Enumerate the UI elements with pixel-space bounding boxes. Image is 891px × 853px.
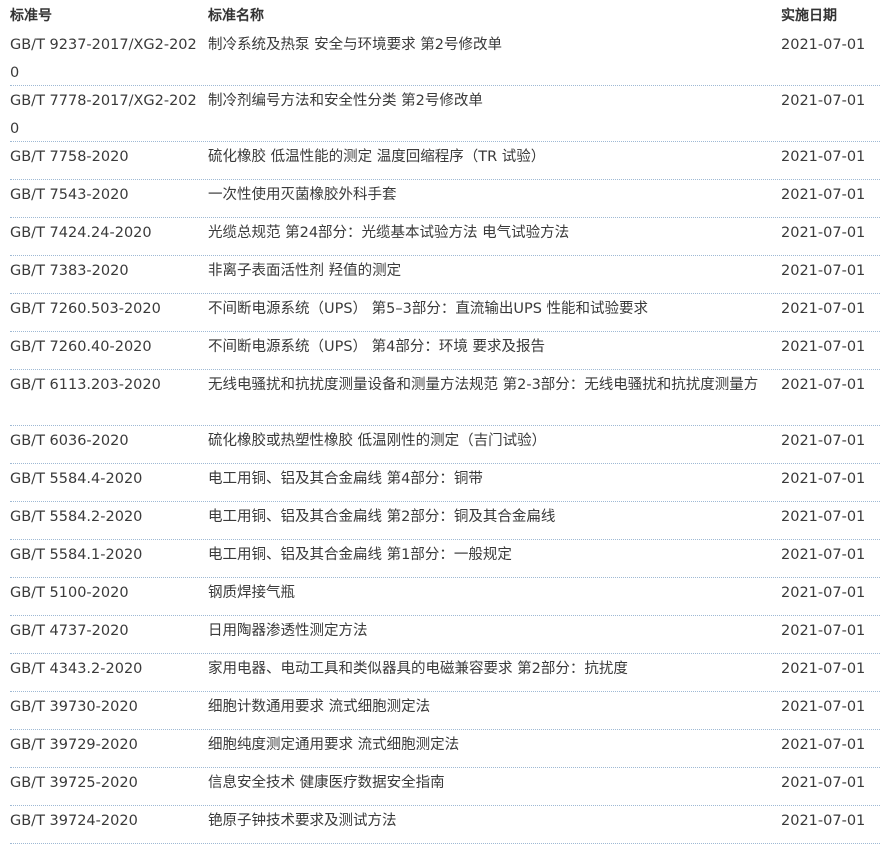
- standard-name[interactable]: 信息安全技术 健康医疗数据安全指南: [208, 769, 781, 805]
- standard-name[interactable]: 无线电骚扰和抗扰度测量设备和测量方法规范 第2-3部分：无线电骚扰和抗扰度测量方: [208, 371, 781, 425]
- table-row[interactable]: GB/T 7424.24-2020 光缆总规范 第24部分：光缆基本试验方法 电…: [10, 218, 880, 256]
- implementation-date: 2021-07-01: [781, 471, 866, 487]
- standard-name[interactable]: 电工用铜、铝及其合金扁线 第4部分：铜带: [208, 465, 781, 501]
- implementation-date: 2021-07-01: [781, 623, 866, 639]
- table-row[interactable]: GB/T 5584.4-2020 电工用铜、铝及其合金扁线 第4部分：铜带 20…: [10, 464, 880, 502]
- table-row[interactable]: GB/T 4737-2020 日用陶器渗透性测定方法 2021-07-01: [10, 616, 880, 654]
- standard-name[interactable]: 光缆总规范 第24部分：光缆基本试验方法 电气试验方法: [208, 219, 781, 255]
- header-date: 实施日期: [781, 8, 837, 24]
- table-row[interactable]: GB/T 7383-2020 非离子表面活性剂 羟值的测定 2021-07-01: [10, 256, 880, 294]
- table-row[interactable]: GB/T 7543-2020 一次性使用灭菌橡胶外科手套 2021-07-01: [10, 180, 880, 218]
- table-row[interactable]: GB/T 7778-2017/XG2-2020 制冷剂编号方法和安全性分类 第2…: [10, 86, 880, 142]
- implementation-date: 2021-07-01: [781, 225, 866, 241]
- table-row[interactable]: GB/T 7260.40-2020 不间断电源系统（UPS） 第4部分：环境 要…: [10, 332, 880, 370]
- standard-code[interactable]: GB/T 7424.24-2020: [10, 219, 208, 255]
- table-row[interactable]: GB/T 39729-2020 细胞纯度测定通用要求 流式细胞测定法 2021-…: [10, 730, 880, 768]
- table-row[interactable]: GB/T 6036-2020 硫化橡胶或热塑性橡胶 低温刚性的测定（吉门试验） …: [10, 426, 880, 464]
- standard-name[interactable]: 细胞计数通用要求 流式细胞测定法: [208, 693, 781, 729]
- standard-code[interactable]: GB/T 7543-2020: [10, 181, 208, 217]
- table-row[interactable]: GB/T 9237-2017/XG2-2020 制冷系统及热泵 安全与环境要求 …: [10, 30, 880, 86]
- table-header: 标准号 标准名称 实施日期: [10, 0, 880, 30]
- standard-code[interactable]: GB/T 7383-2020: [10, 257, 208, 293]
- standard-code[interactable]: GB/T 5584.1-2020: [10, 541, 208, 577]
- implementation-date: 2021-07-01: [781, 699, 866, 715]
- implementation-date: 2021-07-01: [781, 509, 866, 525]
- standard-name[interactable]: 制冷系统及热泵 安全与环境要求 第2号修改单: [208, 31, 781, 85]
- implementation-date: 2021-07-01: [781, 433, 866, 449]
- standard-code[interactable]: GB/T 39729-2020: [10, 731, 208, 767]
- implementation-date: 2021-07-01: [781, 263, 866, 279]
- standard-name[interactable]: 不间断电源系统（UPS） 第5–3部分：直流输出UPS 性能和试验要求: [208, 295, 781, 331]
- standard-name[interactable]: 硫化橡胶 低温性能的测定 温度回缩程序（TR 试验）: [208, 143, 781, 179]
- implementation-date: 2021-07-01: [781, 775, 866, 791]
- implementation-date: 2021-07-01: [781, 377, 866, 393]
- implementation-date: 2021-07-01: [781, 37, 866, 53]
- table-row[interactable]: GB/T 39725-2020 信息安全技术 健康医疗数据安全指南 2021-0…: [10, 768, 880, 806]
- standard-code[interactable]: GB/T 5584.2-2020: [10, 503, 208, 539]
- standard-name[interactable]: 细胞纯度测定通用要求 流式细胞测定法: [208, 731, 781, 767]
- standard-name[interactable]: 家用电器、电动工具和类似器具的电磁兼容要求 第2部分：抗扰度: [208, 655, 781, 691]
- table-row[interactable]: GB/T 5584.2-2020 电工用铜、铝及其合金扁线 第2部分：铜及其合金…: [10, 502, 880, 540]
- implementation-date: 2021-07-01: [781, 585, 866, 601]
- standard-name[interactable]: 电工用铜、铝及其合金扁线 第1部分：一般规定: [208, 541, 781, 577]
- standard-name[interactable]: 钢质焊接气瓶: [208, 579, 781, 615]
- standard-code[interactable]: GB/T 9237-2017/XG2-2020: [10, 31, 208, 85]
- standards-table: 标准号 标准名称 实施日期 GB/T 9237-2017/XG2-2020 制冷…: [10, 0, 880, 844]
- implementation-date: 2021-07-01: [781, 187, 866, 203]
- standard-code[interactable]: GB/T 6036-2020: [10, 427, 208, 463]
- standard-code[interactable]: GB/T 7260.40-2020: [10, 333, 208, 369]
- header-name: 标准名称: [208, 8, 264, 24]
- implementation-date: 2021-07-01: [781, 149, 866, 165]
- standard-name[interactable]: 硫化橡胶或热塑性橡胶 低温刚性的测定（吉门试验）: [208, 427, 781, 463]
- standard-code[interactable]: GB/T 39724-2020: [10, 807, 208, 843]
- table-row[interactable]: GB/T 7758-2020 硫化橡胶 低温性能的测定 温度回缩程序（TR 试验…: [10, 142, 880, 180]
- standard-code[interactable]: GB/T 5584.4-2020: [10, 465, 208, 501]
- table-row[interactable]: GB/T 7260.503-2020 不间断电源系统（UPS） 第5–3部分：直…: [10, 294, 880, 332]
- standard-name[interactable]: 电工用铜、铝及其合金扁线 第2部分：铜及其合金扁线: [208, 503, 781, 539]
- header-code: 标准号: [10, 8, 52, 24]
- implementation-date: 2021-07-01: [781, 339, 866, 355]
- standard-name[interactable]: 不间断电源系统（UPS） 第4部分：环境 要求及报告: [208, 333, 781, 369]
- standard-name[interactable]: 一次性使用灭菌橡胶外科手套: [208, 181, 781, 217]
- standard-name[interactable]: 日用陶器渗透性测定方法: [208, 617, 781, 653]
- implementation-date: 2021-07-01: [781, 661, 866, 677]
- table-row[interactable]: GB/T 5100-2020 钢质焊接气瓶 2021-07-01: [10, 578, 880, 616]
- standard-code[interactable]: GB/T 7260.503-2020: [10, 295, 208, 331]
- standard-code[interactable]: GB/T 4737-2020: [10, 617, 208, 653]
- standard-code[interactable]: GB/T 7758-2020: [10, 143, 208, 179]
- table-row[interactable]: GB/T 39730-2020 细胞计数通用要求 流式细胞测定法 2021-07…: [10, 692, 880, 730]
- table-row[interactable]: GB/T 39724-2020 铯原子钟技术要求及测试方法 2021-07-01: [10, 806, 880, 844]
- standard-code[interactable]: GB/T 7778-2017/XG2-2020: [10, 87, 208, 141]
- implementation-date: 2021-07-01: [781, 93, 866, 109]
- implementation-date: 2021-07-01: [781, 737, 866, 753]
- standard-code[interactable]: GB/T 39730-2020: [10, 693, 208, 729]
- standard-code[interactable]: GB/T 6113.203-2020: [10, 371, 208, 425]
- standard-code[interactable]: GB/T 5100-2020: [10, 579, 208, 615]
- table-row[interactable]: GB/T 4343.2-2020 家用电器、电动工具和类似器具的电磁兼容要求 第…: [10, 654, 880, 692]
- standard-name[interactable]: 非离子表面活性剂 羟值的测定: [208, 257, 781, 293]
- implementation-date: 2021-07-01: [781, 301, 866, 317]
- standard-code[interactable]: GB/T 39725-2020: [10, 769, 208, 805]
- standard-name[interactable]: 制冷剂编号方法和安全性分类 第2号修改单: [208, 87, 781, 141]
- table-row[interactable]: GB/T 6113.203-2020 无线电骚扰和抗扰度测量设备和测量方法规范 …: [10, 370, 880, 426]
- implementation-date: 2021-07-01: [781, 547, 866, 563]
- standard-code[interactable]: GB/T 4343.2-2020: [10, 655, 208, 691]
- implementation-date: 2021-07-01: [781, 813, 866, 829]
- standard-name[interactable]: 铯原子钟技术要求及测试方法: [208, 807, 781, 843]
- table-row[interactable]: GB/T 5584.1-2020 电工用铜、铝及其合金扁线 第1部分：一般规定 …: [10, 540, 880, 578]
